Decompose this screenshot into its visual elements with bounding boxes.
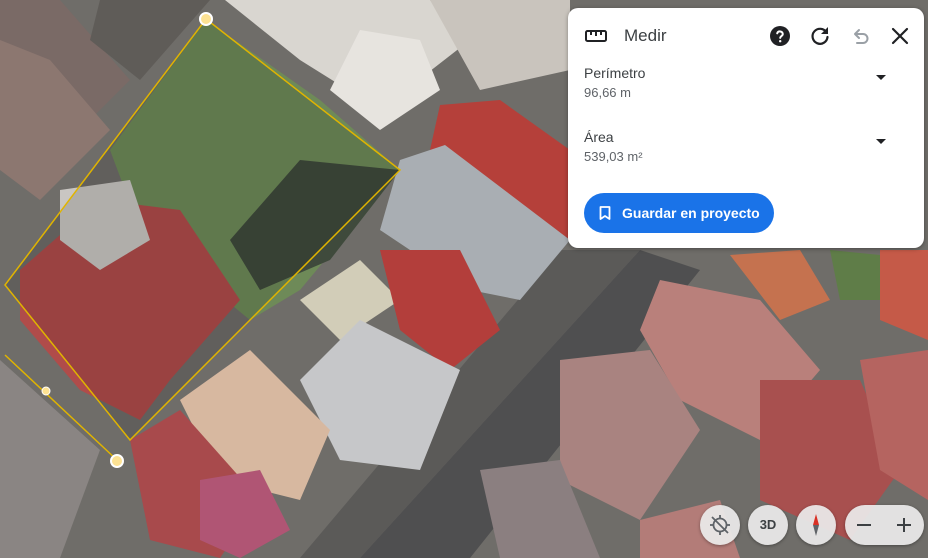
panel-title: Medir <box>624 26 667 45</box>
zoom-out-button[interactable] <box>845 505 884 545</box>
perimeter-label: Perímetro <box>584 65 646 81</box>
undo-icon[interactable] <box>848 24 872 48</box>
ruler-icon <box>585 30 607 42</box>
measurement-vertex[interactable] <box>110 454 124 468</box>
compass-icon <box>813 514 819 536</box>
chevron-down-icon[interactable] <box>876 139 886 144</box>
location-disabled-icon <box>710 515 730 535</box>
help-icon[interactable] <box>768 24 792 48</box>
zoom-control <box>845 505 924 545</box>
perimeter-value: 96,66 m <box>584 85 631 100</box>
zoom-in-icon <box>897 518 911 532</box>
zoom-in-button[interactable] <box>885 505 924 545</box>
measurement-midpoint[interactable] <box>41 386 51 396</box>
area-value: 539,03 m² <box>584 149 643 164</box>
perimeter-row[interactable]: Perímetro 96,66 m <box>568 65 924 115</box>
area-label: Área <box>584 129 614 145</box>
refresh-icon[interactable] <box>808 24 832 48</box>
zoom-out-icon <box>857 524 871 526</box>
bookmark-icon <box>599 206 611 220</box>
view-3d-button[interactable]: 3D <box>748 505 788 545</box>
measure-panel-header: Medir <box>568 8 924 64</box>
compass-button[interactable] <box>796 505 836 545</box>
save-button-label: Guardar en proyecto <box>622 205 760 221</box>
measure-panel: Medir Perímetro 96,66 m Área 539,03 m² G… <box>568 8 924 248</box>
area-row[interactable]: Área 539,03 m² <box>568 129 924 179</box>
chevron-down-icon[interactable] <box>876 75 886 80</box>
location-button[interactable] <box>700 505 740 545</box>
save-to-project-button[interactable]: Guardar en proyecto <box>584 193 774 233</box>
measurement-vertex[interactable] <box>199 12 213 26</box>
close-icon[interactable] <box>888 24 912 48</box>
